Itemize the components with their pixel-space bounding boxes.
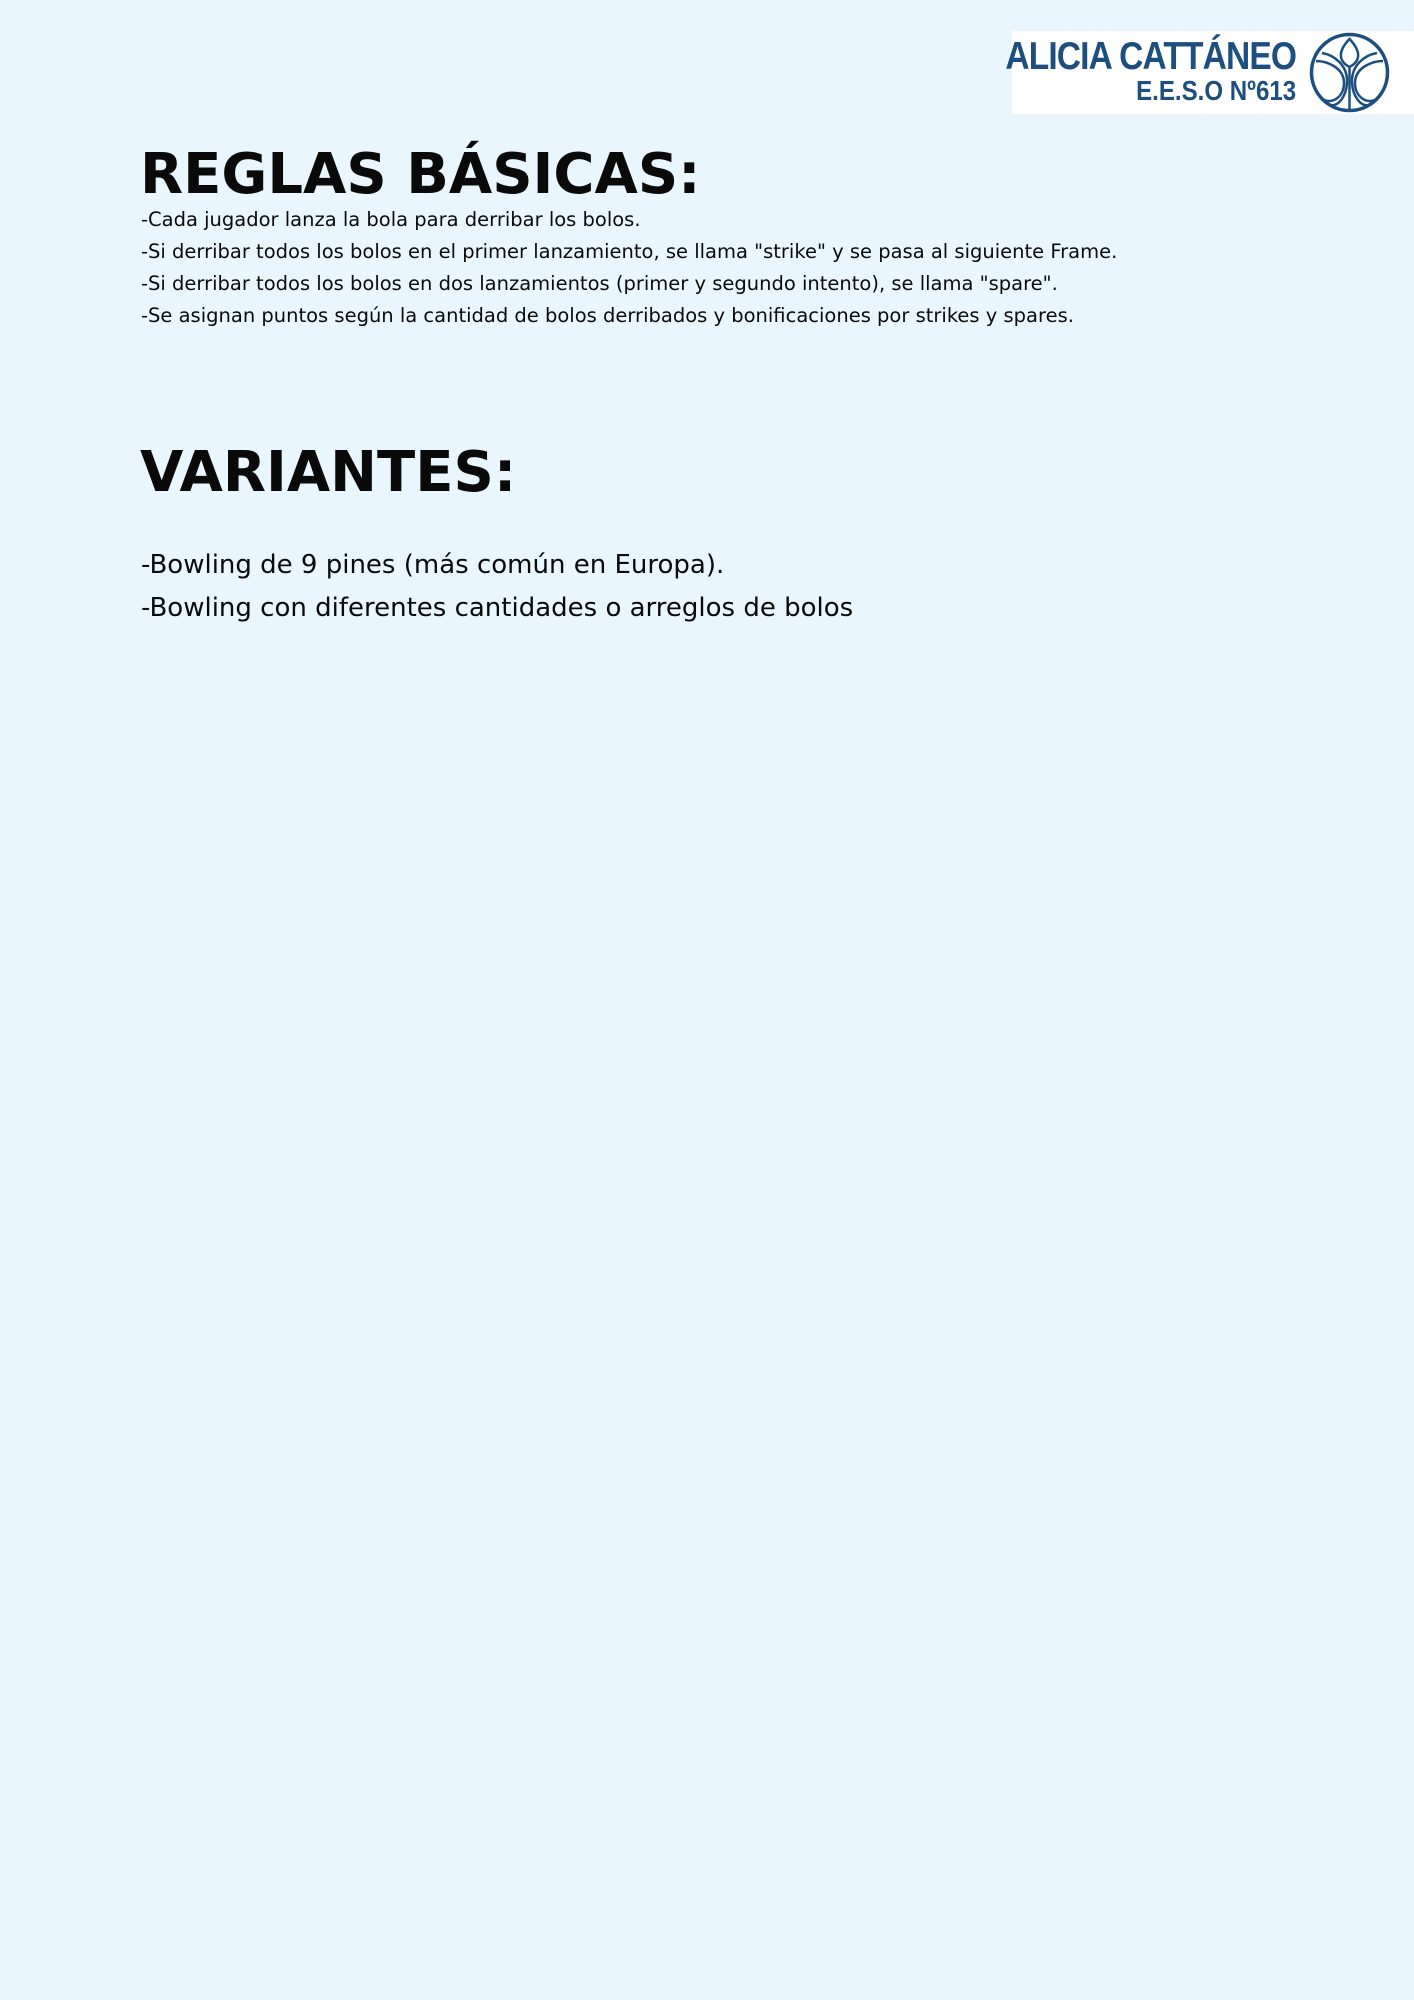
basic-rule-item: -Si derribar todos los bolos en el prime… [141, 240, 1118, 263]
logo-school-name: ALICIA CATTÁNEO [1005, 35, 1297, 78]
basic-rules-title: REGLAS BÁSICAS: [140, 142, 701, 207]
variants-list: -Bowling de 9 pines (más común en Europa… [141, 544, 853, 630]
logo-text-block: ALICIA CATTÁNEO E.E.S.O Nº613 [958, 35, 1297, 106]
school-logo: ALICIA CATTÁNEO E.E.S.O Nº613 [1005, 31, 1414, 114]
logo-school-number: E.E.S.O Nº613 [1135, 75, 1296, 106]
basic-rule-item: -Si derribar todos los bolos en dos lanz… [141, 272, 1058, 295]
basic-rules-list: -Cada jugador lanza la bola para derriba… [141, 204, 1117, 332]
variant-item: -Bowling de 9 pines (más común en Europa… [141, 550, 725, 580]
basic-rule-item: -Cada jugador lanza la bola para derriba… [141, 208, 641, 231]
school-emblem-icon [1309, 32, 1390, 113]
variants-title: VARIANTES: [140, 440, 517, 505]
basic-rule-item: -Se asignan puntos según la cantidad de … [141, 304, 1074, 327]
variant-item: -Bowling con diferentes cantidades o arr… [141, 593, 854, 623]
